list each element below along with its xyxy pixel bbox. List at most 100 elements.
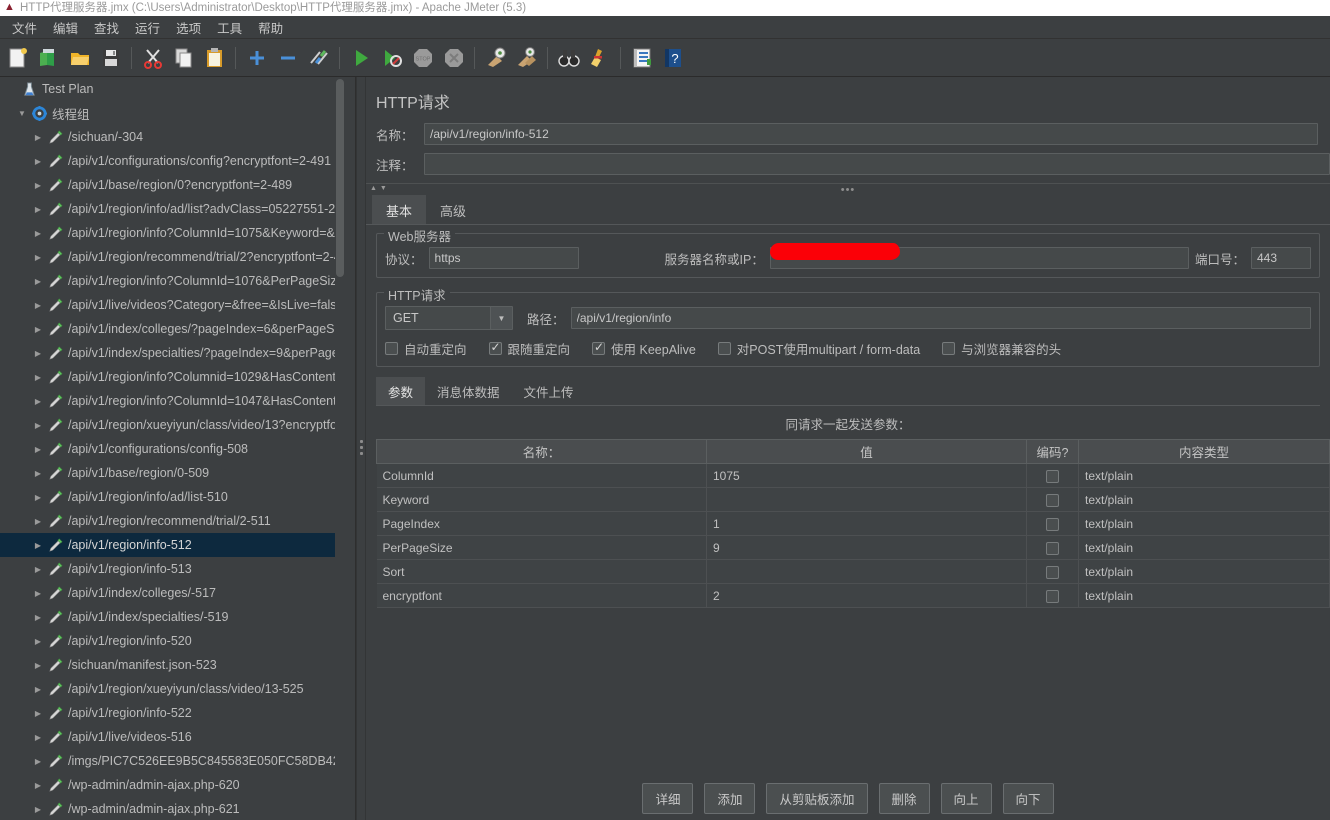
chevron-right-icon[interactable]: ▶ <box>30 205 46 214</box>
cell-content-type[interactable]: text/plain <box>1078 463 1330 488</box>
tree-vertical-scrollbar[interactable] <box>335 77 345 820</box>
tree-node[interactable]: ▶ /api/v1/live/videos?Category=&free=&IsL… <box>0 293 345 317</box>
chevron-down-icon[interactable]: ▼ <box>490 307 512 329</box>
chevron-right-icon[interactable]: ▶ <box>30 133 46 142</box>
chevron-right-icon[interactable]: ▶ <box>30 397 46 406</box>
chevron-right-icon[interactable]: ▶ <box>30 661 46 670</box>
open-templates-button[interactable] <box>33 43 64 73</box>
chevron-right-icon[interactable]: ▶ <box>30 325 46 334</box>
menu-file[interactable]: 文件 <box>4 15 45 40</box>
chevron-right-icon[interactable]: ▶ <box>30 253 46 262</box>
table-row[interactable]: PageIndex 1 text/plain <box>376 511 1330 536</box>
param-tab-消息体数据[interactable]: 消息体数据 <box>425 377 512 405</box>
menu-options[interactable]: 选项 <box>168 15 209 40</box>
param-tab-参数[interactable]: 参数 <box>376 377 426 405</box>
cell-content-type[interactable]: text/plain <box>1078 535 1330 560</box>
copy-button[interactable] <box>168 43 199 73</box>
encode-checkbox-icon[interactable] <box>1045 517 1059 531</box>
save-button[interactable] <box>95 43 126 73</box>
chevron-right-icon[interactable]: ▶ <box>30 469 46 478</box>
chevron-right-icon[interactable]: ▶ <box>30 541 46 550</box>
chevron-right-icon[interactable]: ▶ <box>30 493 46 502</box>
tree-node[interactable]: ▶ /api/v1/region/info-520 <box>0 629 345 653</box>
cell-encode-checkbox[interactable] <box>1026 559 1079 584</box>
table-row[interactable]: PerPageSize 9 text/plain <box>376 535 1330 560</box>
tree-node[interactable]: Test Plan <box>0 77 345 101</box>
tree-node-selected[interactable]: ▶ /api/v1/region/info-512 <box>0 533 345 557</box>
tree-node[interactable]: ▶ /sichuan/manifest.json-523 <box>0 653 345 677</box>
cell-content-type[interactable]: text/plain <box>1078 487 1330 512</box>
function-helper-button[interactable] <box>626 43 657 73</box>
method-select[interactable]: GET ▼ <box>385 306 513 330</box>
tree-node[interactable]: ▶ /api/v1/region/info/ad/list-510 <box>0 485 345 509</box>
table-row[interactable]: encryptfont 2 text/plain <box>376 583 1330 608</box>
tree-node[interactable]: ▶ /api/v1/region/xueyiyun/class/video/13-… <box>0 677 345 701</box>
tree-node[interactable]: ▼ 线程组 <box>0 101 345 125</box>
menu-search[interactable]: 查找 <box>86 15 127 40</box>
toggle-enable-button[interactable] <box>303 43 334 73</box>
add-button[interactable]: 添加 <box>704 783 756 814</box>
cell-value[interactable]: 2 <box>706 583 1027 608</box>
menu-run[interactable]: 运行 <box>127 15 168 40</box>
protocol-input[interactable] <box>428 247 579 269</box>
cell-name[interactable]: encryptfont <box>376 583 707 608</box>
menu-tools[interactable]: 工具 <box>209 15 250 40</box>
chevron-right-icon[interactable]: ▶ <box>30 565 46 574</box>
chevron-right-icon[interactable]: ▶ <box>30 589 46 598</box>
collapse-arrows-icon[interactable]: ▲▼ <box>370 185 390 192</box>
chevron-right-icon[interactable]: ▶ <box>30 637 46 646</box>
table-row[interactable]: Sort text/plain <box>376 559 1330 584</box>
chevron-right-icon[interactable]: ▶ <box>30 445 46 454</box>
encode-checkbox-icon[interactable] <box>1045 493 1059 507</box>
cell-content-type[interactable]: text/plain <box>1078 511 1330 536</box>
tab-高级[interactable]: 高级 <box>426 195 480 224</box>
stop-button[interactable]: STOP <box>407 43 438 73</box>
menu-help[interactable]: 帮助 <box>250 15 291 40</box>
tree-node[interactable]: ▶ /api/v1/index/colleges/?pageIndex=6&per… <box>0 317 345 341</box>
chevron-right-icon[interactable]: ▶ <box>30 229 46 238</box>
new-document-button[interactable] <box>2 43 33 73</box>
tree-node[interactable]: ▶ /sichuan/-304 <box>0 125 345 149</box>
checkbox-对POST使用multipart / form-data[interactable]: 对POST使用multipart / form-data <box>717 339 920 358</box>
tree-scrollbar-thumb[interactable] <box>336 79 344 277</box>
cell-value[interactable]: 1 <box>706 511 1027 536</box>
tree-node[interactable]: ▶ /api/v1/index/colleges/-517 <box>0 581 345 605</box>
cell-name[interactable]: PerPageSize <box>376 535 707 560</box>
chevron-right-icon[interactable]: ▶ <box>30 181 46 190</box>
chevron-right-icon[interactable]: ▶ <box>30 349 46 358</box>
checkbox-自动重定向[interactable]: 自动重定向 <box>385 339 467 358</box>
param-tab-文件上传[interactable]: 文件上传 <box>512 377 586 405</box>
add-from-clipboard-button[interactable]: 从剪贴板添加 <box>766 783 868 814</box>
chevron-right-icon[interactable]: ▶ <box>30 157 46 166</box>
tree-node[interactable]: ▶ /api/v1/region/info?ColumnId=1075&Keywo… <box>0 221 345 245</box>
tree-node[interactable]: ▶ /api/v1/region/xueyiyun/class/video/13?… <box>0 413 345 437</box>
expand-plus-button[interactable] <box>241 43 272 73</box>
tab-基本[interactable]: 基本 <box>372 195 427 224</box>
table-row[interactable]: Keyword text/plain <box>376 487 1330 512</box>
move-up-button[interactable]: 向上 <box>940 783 992 814</box>
cell-name[interactable]: ColumnId <box>376 463 707 488</box>
collapse-dots-icon[interactable]: ••• <box>841 184 856 196</box>
cell-encode-checkbox[interactable] <box>1026 463 1079 488</box>
checkbox-box-icon[interactable] <box>942 342 956 355</box>
clear-all-button[interactable] <box>511 43 542 73</box>
open-folder-button[interactable] <box>64 43 95 73</box>
encode-checkbox-icon[interactable] <box>1045 541 1059 555</box>
help-book-button[interactable]: ? <box>657 43 688 73</box>
detail-button[interactable]: 详细 <box>642 783 694 814</box>
tree-node[interactable]: ▶ /api/v1/region/info/ad/list?advClass=05… <box>0 197 345 221</box>
chevron-right-icon[interactable]: ▶ <box>30 685 46 694</box>
tree-node[interactable]: ▶ /api/v1/index/specialties/?pageIndex=9&… <box>0 341 345 365</box>
cell-value[interactable] <box>706 487 1027 512</box>
tree-node[interactable]: ▶ /api/v1/region/info?ColumnId=1047&HasCo… <box>0 389 345 413</box>
checkbox-box-icon[interactable] <box>717 342 731 355</box>
start-no-timers-button[interactable] <box>376 43 407 73</box>
tree-node[interactable]: ▶ /api/v1/region/recommend/trial/2?encryp… <box>0 245 345 269</box>
cell-content-type[interactable]: text/plain <box>1078 559 1330 584</box>
name-input[interactable] <box>424 123 1318 145</box>
checkbox-box-icon[interactable] <box>592 340 606 355</box>
clear-button[interactable] <box>480 43 511 73</box>
chevron-right-icon[interactable]: ▶ <box>30 301 46 310</box>
tree-node[interactable]: ▶ /api/v1/configurations/config?encryptfo… <box>0 149 345 173</box>
chevron-right-icon[interactable]: ▶ <box>30 733 46 742</box>
